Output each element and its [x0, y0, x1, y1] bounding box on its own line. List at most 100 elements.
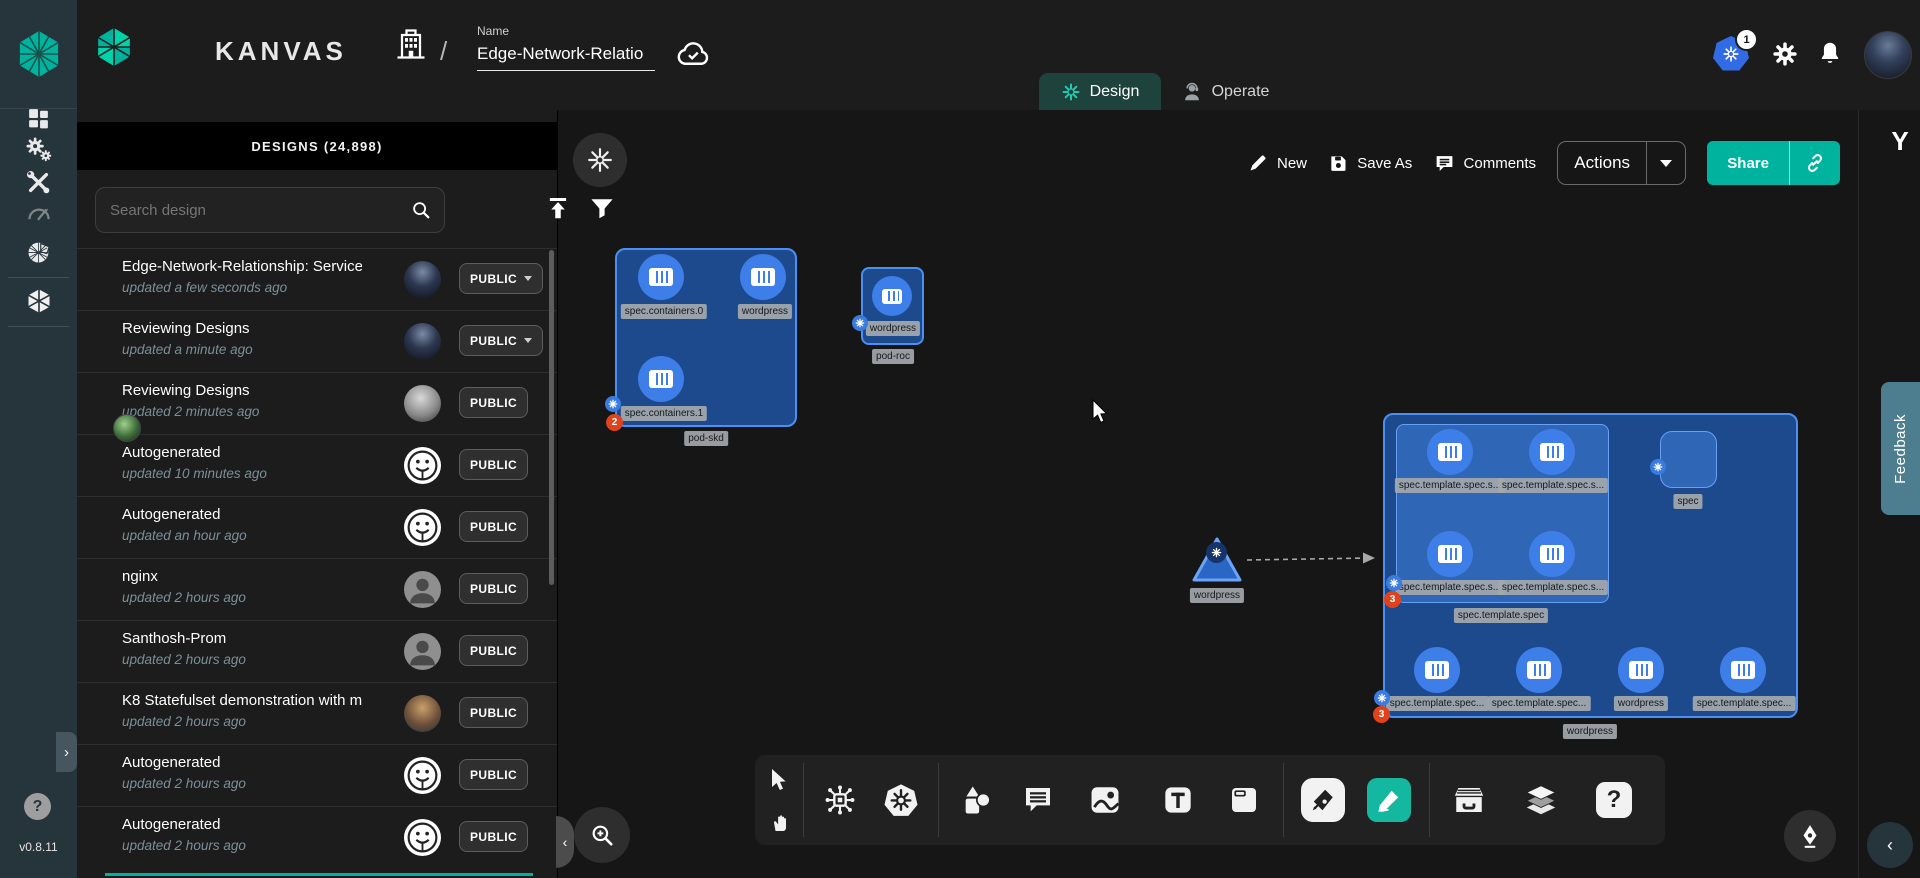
design-list-item[interactable]: Edge-Network-Relationship: Service updat…	[77, 248, 557, 310]
error-badge[interactable]: 3	[1373, 706, 1390, 723]
node-container-spec-containers-1[interactable]	[638, 356, 684, 402]
visibility-select[interactable]: PUBLIC	[459, 573, 528, 604]
copy-link-button[interactable]	[1789, 141, 1840, 185]
node-container[interactable]	[1720, 647, 1766, 693]
pen-mode-button[interactable]	[1784, 810, 1836, 862]
tool-freehand[interactable]	[1367, 778, 1411, 822]
tool-pen[interactable]	[1301, 778, 1345, 822]
visibility-select[interactable]: PUBLIC	[459, 325, 543, 356]
new-button[interactable]: New	[1248, 153, 1307, 173]
node-container-wordpress[interactable]	[740, 254, 786, 300]
visibility-label: PUBLIC	[470, 644, 517, 658]
node-container[interactable]	[1529, 429, 1575, 475]
design-list-item[interactable]: nginx updated 2 hours ago PUBLIC	[77, 558, 557, 620]
meshery-logo[interactable]	[0, 0, 77, 109]
save-as-button[interactable]: Save As	[1328, 153, 1412, 173]
notifications-button[interactable]	[1817, 38, 1843, 68]
design-list-item[interactable]: Autogenerated updated 2 hours ago PUBLIC	[77, 744, 557, 806]
designs-scrollbar[interactable]	[549, 250, 554, 585]
sidebar-item-performance[interactable]	[0, 196, 77, 230]
visibility-select[interactable]: PUBLIC	[459, 635, 528, 666]
node-spec[interactable]	[1660, 431, 1717, 488]
comments-button[interactable]: Comments	[1434, 153, 1537, 174]
tool-shapes[interactable]	[955, 778, 999, 822]
import-design-button[interactable]	[543, 193, 573, 223]
design-updated: updated 2 hours ago	[122, 776, 246, 791]
design-name-input[interactable]	[477, 44, 655, 71]
share-label[interactable]: Share	[1707, 141, 1789, 185]
error-badge[interactable]: 3	[1384, 591, 1401, 608]
visibility-select[interactable]: PUBLIC	[459, 387, 528, 418]
filter-button[interactable]	[587, 193, 617, 223]
actions-label[interactable]: Actions	[1558, 142, 1646, 184]
smiley-icon	[404, 819, 441, 856]
design-list-item[interactable]: Reviewing Designs updated a minute ago P…	[77, 310, 557, 372]
sidebar-item-kanvas[interactable]	[0, 284, 77, 318]
component-icon	[823, 783, 857, 817]
design-updated: updated a minute ago	[122, 342, 253, 357]
tool-kubernetes[interactable]	[879, 778, 923, 822]
design-list-item[interactable]: Reviewing Designs updated 2 minutes ago …	[77, 372, 557, 434]
tab-design[interactable]: Design	[1039, 73, 1161, 110]
design-search[interactable]	[95, 187, 445, 233]
design-list-item[interactable]: Autogenerated updated an hour ago PUBLIC	[77, 496, 557, 558]
settings-button[interactable]	[1771, 40, 1799, 68]
tool-note[interactable]	[1222, 778, 1266, 822]
tool-pan[interactable]	[757, 799, 801, 843]
visibility-select[interactable]: PUBLIC	[459, 759, 528, 790]
tool-image[interactable]	[1083, 778, 1127, 822]
design-list-item[interactable]: K8 Statefulset demonstration with mo upd…	[77, 682, 557, 744]
design-list-item[interactable]: Santhosh-Prom updated 2 hours ago PUBLIC	[77, 620, 557, 682]
tool-component[interactable]	[818, 778, 862, 822]
node-container[interactable]	[1414, 647, 1460, 693]
chevron-left-icon: ‹	[1887, 835, 1893, 856]
rail-divider	[8, 277, 69, 278]
node-container[interactable]	[1516, 647, 1562, 693]
dock-collapse-button[interactable]: ‹	[1867, 822, 1913, 868]
sidebar-item-dashboard[interactable]	[0, 101, 77, 135]
node-container-wordpress[interactable]	[872, 276, 912, 316]
error-badge[interactable]: 2	[606, 414, 623, 431]
actions-menu-toggle[interactable]	[1646, 142, 1685, 184]
zoom-button[interactable]	[574, 807, 630, 863]
search-icon[interactable]	[410, 199, 444, 221]
visibility-select[interactable]: PUBLIC	[459, 821, 528, 852]
flask-icon[interactable]: Y	[1884, 124, 1916, 158]
organization-icon[interactable]	[393, 26, 429, 62]
share-split-button[interactable]: Share	[1707, 141, 1840, 185]
visibility-select[interactable]: PUBLIC	[459, 697, 528, 728]
design-owner-avatar	[404, 509, 441, 546]
feedback-tab[interactable]: Feedback	[1881, 382, 1920, 515]
tool-layers[interactable]	[1519, 778, 1563, 822]
rail-expand-handle[interactable]: ›	[56, 732, 77, 772]
visibility-label: PUBLIC	[470, 520, 517, 534]
node-container[interactable]	[1618, 647, 1664, 693]
visibility-select[interactable]: PUBLIC	[459, 263, 543, 294]
design-list-item[interactable]: Autogenerated updated 10 minutes ago PUB…	[77, 434, 557, 496]
freehand-pencil-icon	[1376, 787, 1402, 813]
feedback-label: Feedback	[1892, 414, 1909, 484]
visibility-select[interactable]: PUBLIC	[459, 449, 528, 480]
kubernetes-badge	[852, 315, 868, 331]
tool-text[interactable]	[1156, 778, 1200, 822]
help-button[interactable]: ?	[24, 793, 51, 820]
node-container[interactable]	[1529, 531, 1575, 577]
tab-operate[interactable]: Operate	[1161, 73, 1289, 110]
tool-help[interactable]: ?	[1592, 778, 1636, 822]
tool-drawer[interactable]	[1447, 778, 1491, 822]
user-avatar[interactable]	[1864, 31, 1912, 79]
tool-comment[interactable]	[1016, 778, 1060, 822]
design-list-item[interactable]: Autogenerated updated 2 hours ago PUBLIC	[77, 806, 557, 868]
sidebar-item-extensions[interactable]	[0, 235, 77, 269]
comment-icon	[1434, 153, 1455, 174]
search-input[interactable]	[96, 202, 410, 219]
node-container[interactable]	[1427, 531, 1473, 577]
sidebar-item-lifecycle[interactable]	[0, 132, 77, 166]
sidebar-item-configuration[interactable]	[0, 165, 77, 199]
visibility-select[interactable]: PUBLIC	[459, 511, 528, 542]
actions-split-button[interactable]: Actions	[1557, 141, 1686, 185]
meshery-canvas-button[interactable]	[573, 133, 627, 187]
tool-select[interactable]	[757, 757, 801, 801]
node-container[interactable]	[1427, 429, 1473, 475]
node-container-spec-containers-0[interactable]	[638, 254, 684, 300]
